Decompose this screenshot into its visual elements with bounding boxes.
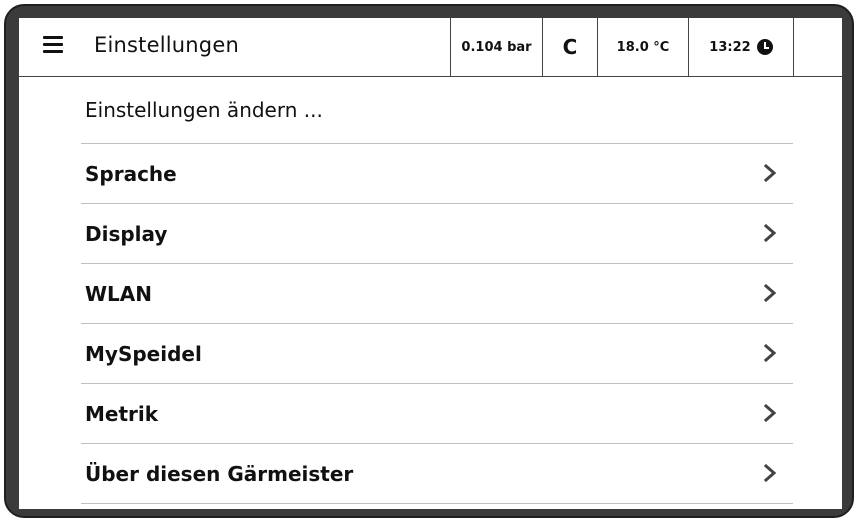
chevron-right-icon	[763, 164, 777, 182]
pressure-status: 0.104 bar	[450, 18, 542, 76]
settings-item-display[interactable]: Display	[81, 204, 793, 264]
status-empty-cell	[793, 18, 842, 76]
screen: Einstellungen 0.104 bar C 18.0 °C 13:22 …	[19, 18, 842, 509]
settings-item-label: Display	[85, 222, 168, 246]
settings-item-label: WLAN	[85, 282, 153, 306]
chevron-right-icon	[763, 464, 777, 482]
pressure-value: 0.104 bar	[461, 39, 532, 55]
device-frame: Einstellungen 0.104 bar C 18.0 °C 13:22 …	[4, 4, 854, 518]
menu-line	[43, 43, 63, 46]
mode-value: C	[562, 35, 578, 59]
settings-item-label: Metrik	[85, 402, 159, 426]
settings-item-sprache[interactable]: Sprache	[81, 144, 793, 204]
settings-item-wlan[interactable]: WLAN	[81, 264, 793, 324]
settings-item-metrik[interactable]: Metrik	[81, 384, 793, 444]
menu-line	[43, 36, 63, 39]
time-value: 13:22	[709, 39, 751, 55]
time-status: 13:22	[688, 18, 793, 76]
settings-item-label: MySpeidel	[85, 342, 202, 366]
mode-status: C	[542, 18, 597, 76]
settings-item-ueber-diesen-gaermeister[interactable]: Über diesen Gärmeister	[81, 444, 793, 504]
chevron-right-icon	[763, 284, 777, 302]
chevron-right-icon	[763, 404, 777, 422]
clock-icon	[756, 39, 773, 55]
settings-item-label: Über diesen Gärmeister	[85, 462, 354, 486]
settings-item-myspeidel[interactable]: MySpeidel	[81, 324, 793, 384]
menu-line	[43, 50, 63, 53]
settings-subheading: Einstellungen ändern ...	[85, 98, 323, 122]
chevron-right-icon	[763, 224, 777, 242]
hamburger-menu-icon[interactable]	[43, 36, 63, 56]
top-bar: Einstellungen 0.104 bar C 18.0 °C 13:22	[19, 18, 842, 77]
page-title: Einstellungen	[94, 33, 239, 57]
settings-item-label: Sprache	[85, 162, 177, 186]
temperature-status: 18.0 °C	[597, 18, 688, 76]
settings-list: Sprache Display WLAN MySpeidel Metrik Üb…	[81, 144, 793, 504]
chevron-right-icon	[763, 344, 777, 362]
temperature-value: 18.0 °C	[616, 39, 670, 55]
